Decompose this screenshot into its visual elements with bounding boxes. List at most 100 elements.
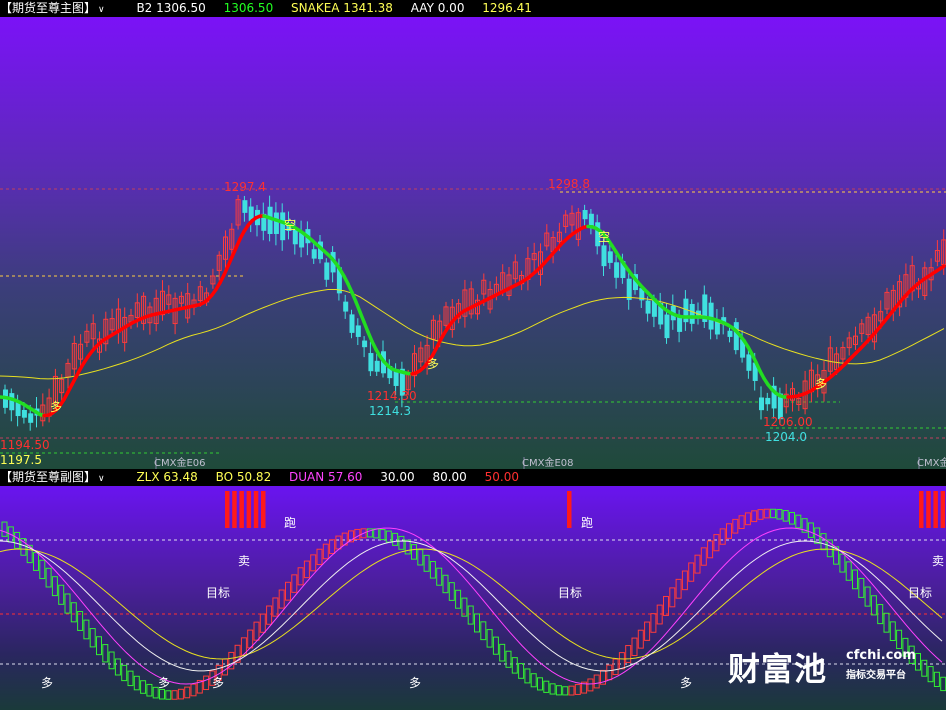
- candle: [185, 282, 191, 324]
- oscillator-bar: [184, 686, 191, 699]
- oscillator-bar: [637, 629, 644, 649]
- oscillator-bar: [625, 645, 632, 663]
- alert-bar: [253, 491, 259, 528]
- chevron-down-icon[interactable]: ∨: [98, 471, 105, 486]
- candle: [658, 292, 664, 330]
- snake-segment: [938, 264, 946, 271]
- long-mark-1: 多: [41, 676, 53, 690]
- oscillator-bar: [568, 685, 575, 696]
- main-price-chart[interactable]: CMX金E06 CMX金E08 CMX金E 1297.4 1298.8 1214…: [0, 17, 946, 469]
- candle: [563, 210, 569, 234]
- candle: [525, 246, 531, 291]
- candle: [147, 302, 153, 335]
- candle-body: [601, 245, 607, 267]
- oscillator-bar: [486, 629, 493, 648]
- oscillator-bar: [549, 683, 556, 695]
- oscillator-bar: [423, 554, 430, 572]
- oscillator-bar: [537, 677, 543, 691]
- oscillator-bar: [663, 595, 669, 616]
- candle: [645, 296, 651, 322]
- low-price-label-2: 1206.00: [763, 415, 813, 429]
- candle: [153, 289, 159, 332]
- oscillator-bar: [518, 663, 525, 679]
- chevron-down-icon[interactable]: ∨: [98, 2, 105, 17]
- candle: [273, 202, 279, 246]
- oscillator-bar: [530, 673, 537, 688]
- alert-bar: [933, 491, 938, 528]
- candle: [255, 204, 260, 237]
- candle-body: [21, 409, 27, 418]
- b2-readout: B2 1306.50: [136, 1, 206, 15]
- candle: [178, 291, 184, 308]
- candle: [765, 392, 771, 411]
- oscillator-bar: [612, 658, 619, 676]
- candle-body: [645, 300, 651, 314]
- main-chart-panel[interactable]: CMX金E06 CMX金E08 CMX金E 1297.4 1298.8 1214…: [0, 17, 946, 469]
- oscillator-bar: [940, 676, 946, 692]
- candle: [853, 326, 858, 350]
- oscillator-bar: [492, 636, 499, 655]
- oscillator-bar: [140, 680, 147, 694]
- candle: [324, 258, 330, 287]
- alert-bar: [261, 491, 266, 528]
- oscillator-bar: [726, 523, 732, 539]
- run-signal-1: 跑: [284, 516, 296, 530]
- candle: [569, 205, 575, 234]
- oscillator-bar: [272, 597, 279, 617]
- level-30-readout: 30.00: [380, 470, 415, 484]
- oscillator-bar: [291, 574, 298, 593]
- oscillator-bar: [870, 595, 877, 616]
- oscillator-bar: [511, 657, 518, 674]
- candle-body: [311, 249, 317, 259]
- candle: [160, 280, 165, 321]
- oscillator-bar: [681, 570, 688, 591]
- candle: [462, 279, 468, 328]
- oscillator-bar: [247, 629, 254, 649]
- low-price-label-1: 1214.30: [367, 389, 417, 403]
- candle: [412, 345, 417, 388]
- low-price-label-1b: 1214.3: [369, 404, 411, 418]
- candle-body: [677, 316, 683, 332]
- candle: [368, 341, 374, 377]
- oscillator-bar: [650, 613, 657, 633]
- candle: [859, 319, 865, 343]
- oscillator-bar: [770, 508, 777, 519]
- main-chart-title[interactable]: 【期货至尊主图】 ∨: [0, 0, 119, 17]
- candle: [808, 361, 814, 403]
- oscillator-bar: [499, 643, 506, 662]
- oscillator-bar: [555, 685, 562, 696]
- oscillator-bar: [606, 664, 613, 681]
- candle: [9, 388, 15, 422]
- short-signal-1: 空: [284, 218, 296, 232]
- long-mark-2: 多: [158, 676, 170, 690]
- oscillator-bar: [417, 549, 424, 566]
- candle: [531, 242, 537, 272]
- long-signal-3: 多: [815, 377, 827, 391]
- oscillator-bar: [574, 684, 581, 695]
- oscillator-bar: [114, 658, 121, 676]
- low-price-label-2b: 1204.0: [765, 430, 807, 444]
- oscillator-bar: [883, 612, 890, 633]
- oscillator-bar: [505, 650, 512, 668]
- oscillator-bar: [303, 560, 310, 579]
- oscillator-bar: [259, 613, 266, 633]
- alert-bar: [225, 491, 230, 528]
- candle: [248, 198, 254, 233]
- oscillator-bar: [278, 589, 285, 609]
- candle: [65, 358, 71, 389]
- oscillator-bar: [442, 574, 449, 594]
- candle: [71, 335, 77, 375]
- oscillator-bar: [33, 552, 39, 571]
- contract-label-e: CMX金E: [917, 456, 946, 469]
- alert-bar: [246, 491, 252, 528]
- high-price-label-2: 1298.8: [548, 177, 590, 191]
- sub-chart-title[interactable]: 【期货至尊副图】 ∨: [0, 469, 119, 486]
- oscillator-bar: [329, 539, 336, 554]
- candle-body: [765, 397, 771, 405]
- oscillator-bar: [165, 690, 172, 700]
- watermark-name: 财富池: [728, 650, 828, 688]
- oscillator-bar: [700, 547, 707, 566]
- level-50-readout: 50.00: [484, 470, 519, 484]
- candle: [235, 194, 241, 230]
- candle: [362, 336, 368, 358]
